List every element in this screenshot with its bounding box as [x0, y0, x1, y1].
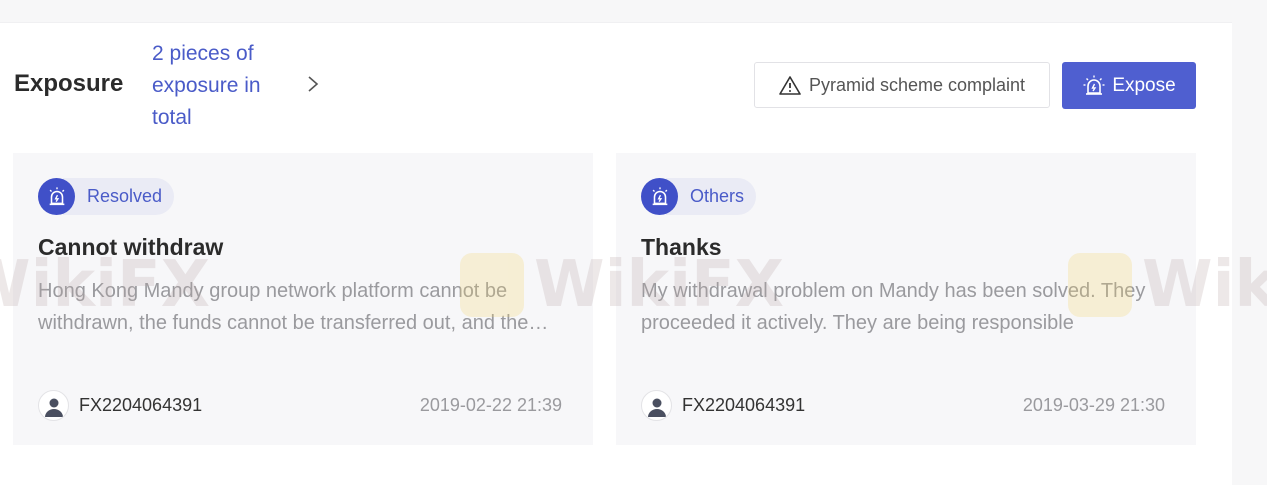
status-tag: Resolved [38, 178, 175, 215]
status-tag: Others [641, 178, 757, 215]
user-avatar-icon [38, 390, 69, 421]
chevron-right-icon[interactable] [303, 74, 323, 94]
card-title: Thanks [641, 234, 722, 260]
card-date: 2019-02-22 21:39 [419, 395, 562, 415]
expose-button-label: Expose [1112, 74, 1176, 96]
exposure-panel: Exposure 2 pieces of exposure in total P… [0, 22, 1267, 485]
card-description: Hong Kong Mandy group network platform c… [38, 280, 529, 334]
card-title: Cannot withdraw [38, 234, 224, 260]
section-title: Exposure [14, 70, 124, 97]
card-date: 2019-03-29 21:30 [1022, 395, 1165, 415]
card-description: My withdrawal problem on Mandy has been … [641, 280, 1146, 334]
card-user: FX2204064391 [38, 390, 202, 421]
card-user: FX2204064391 [641, 390, 805, 421]
exposure-card[interactable]: Resolved Cannot withdraw Hong Kong Mandy… [13, 153, 593, 445]
user-name: FX2204064391 [79, 395, 203, 415]
siren-icon [38, 178, 75, 215]
siren-icon [1083, 75, 1105, 95]
user-avatar-icon [641, 390, 672, 421]
warning-triangle-icon [779, 76, 801, 95]
complaint-button-label: Pyramid scheme complaint [808, 74, 1026, 95]
expose-button[interactable]: Expose [1062, 62, 1196, 109]
exposure-count-link[interactable]: 2 pieces of exposure in total [152, 38, 287, 134]
status-badge: Others [666, 178, 757, 215]
exposure-card[interactable]: Others Thanks My withdrawal problem on M… [616, 153, 1196, 445]
status-badge: Resolved [63, 178, 175, 215]
user-name: FX2204064391 [682, 395, 806, 415]
siren-icon [641, 178, 678, 215]
pyramid-scheme-complaint-button[interactable]: Pyramid scheme complaint [754, 62, 1050, 108]
